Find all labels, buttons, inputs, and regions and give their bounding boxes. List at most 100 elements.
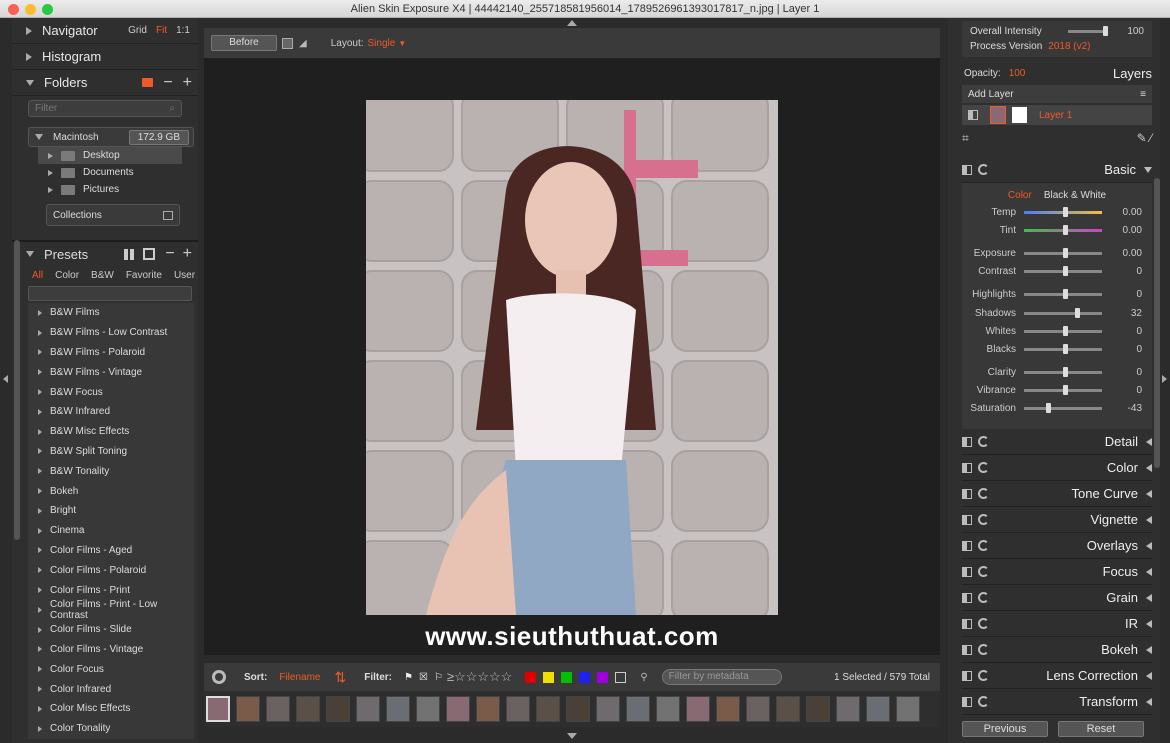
adjustment-slider[interactable] (1024, 307, 1102, 318)
folder-item-documents[interactable]: Documents (12, 164, 198, 181)
adjustment-value[interactable]: -43 (1102, 403, 1142, 414)
expand-triangle-icon[interactable] (38, 448, 42, 455)
filmstrip-thumbnail[interactable] (296, 696, 320, 722)
folder-filter-input[interactable]: Filter ⌕ (28, 100, 182, 117)
folders-header[interactable]: Folders − + (12, 70, 198, 96)
preset-tab-all[interactable]: All (32, 270, 43, 281)
chevron-left-icon[interactable] (1146, 645, 1152, 654)
metadata-filter-icon[interactable]: ⚲ (640, 672, 647, 683)
minimize-window-button[interactable] (25, 4, 36, 15)
close-window-button[interactable] (8, 4, 19, 15)
section-header[interactable]: Transform (962, 689, 1152, 715)
expand-triangle-icon[interactable] (26, 26, 32, 35)
filmstrip-thumbnail[interactable] (416, 696, 440, 722)
bw-mode-tab[interactable]: Black & White (1044, 190, 1106, 201)
section-toggle-icon[interactable] (962, 566, 972, 577)
preset-item[interactable]: B&W Infrared (28, 402, 194, 422)
preset-item[interactable]: Color Films - Polaroid (28, 560, 194, 580)
chevron-down-icon[interactable]: ▼ (398, 39, 406, 48)
preset-item[interactable]: Color Films - Vintage (28, 640, 194, 660)
gear-icon[interactable] (212, 670, 226, 684)
preset-item[interactable]: Color Films - Print (28, 580, 194, 600)
filmstrip-thumbnail[interactable] (716, 696, 740, 722)
reset-button[interactable]: Reset (1058, 721, 1144, 737)
preset-tab-user[interactable]: User (174, 270, 195, 281)
collections-icon[interactable] (163, 210, 173, 220)
section-header[interactable]: Lens Correction (962, 663, 1152, 689)
expand-triangle-icon[interactable] (38, 428, 42, 435)
star-rating-filter[interactable]: ≥☆☆☆☆☆ (447, 669, 512, 685)
preset-item[interactable]: B&W Films - Low Contrast (28, 323, 194, 343)
preset-item[interactable]: Color Tonality (28, 719, 194, 739)
overall-intensity-value[interactable]: 100 (1114, 26, 1144, 37)
expand-triangle-icon[interactable] (38, 468, 42, 475)
window-controls[interactable] (8, 4, 53, 15)
metadata-filter-input[interactable]: Filter by metadata (661, 669, 782, 685)
section-toggle-icon[interactable] (962, 540, 972, 551)
adjustment-slider[interactable] (1024, 247, 1102, 258)
chevron-left-icon[interactable] (1146, 541, 1152, 550)
reject-filter-icon[interactable]: ☒ (419, 672, 428, 683)
preset-item[interactable]: B&W Films - Vintage (28, 362, 194, 382)
section-toggle-icon[interactable] (962, 164, 972, 175)
preset-item[interactable]: B&W Tonality (28, 461, 194, 481)
collections-row[interactable]: Collections (46, 204, 180, 226)
section-reset-icon[interactable] (978, 618, 989, 629)
adjustment-slider[interactable] (1024, 206, 1102, 217)
slider-knob[interactable] (1063, 289, 1068, 300)
section-header[interactable]: Color (962, 455, 1152, 481)
mask-tool-icon[interactable]: ◢ (299, 38, 307, 49)
section-header[interactable]: Vignette (962, 507, 1152, 533)
add-preset-button[interactable]: + (183, 245, 192, 263)
adjustment-slider[interactable] (1024, 403, 1102, 414)
section-reset-icon[interactable] (978, 696, 989, 707)
chevron-left-icon[interactable] (1146, 619, 1152, 628)
zoom-1to1-option[interactable]: 1:1 (176, 25, 190, 36)
adjustment-value[interactable]: 0 (1102, 289, 1142, 300)
layer-row[interactable]: Layer 1 (962, 105, 1152, 125)
filmstrip-thumbnail[interactable] (776, 696, 800, 722)
section-toggle-icon[interactable] (962, 436, 972, 447)
expand-triangle-icon[interactable] (38, 488, 42, 495)
expand-triangle-icon[interactable] (38, 725, 42, 732)
histogram-header[interactable]: Histogram (12, 44, 198, 70)
adjustment-slider[interactable] (1024, 289, 1102, 300)
layer-name[interactable]: Layer 1 (1039, 110, 1072, 121)
filmstrip-thumbnail[interactable] (476, 696, 500, 722)
crop-icon[interactable]: ⌗ (962, 131, 969, 145)
preset-item[interactable]: Color Films - Aged (28, 541, 194, 561)
adjustment-value[interactable]: 0 (1102, 367, 1142, 378)
preset-item[interactable]: Color Misc Effects (28, 699, 194, 719)
filmstrip-thumbnail[interactable] (266, 696, 290, 722)
collapse-triangle-icon[interactable] (26, 79, 34, 86)
adjustment-slider[interactable] (1024, 385, 1102, 396)
section-header[interactable]: Bokeh (962, 637, 1152, 663)
filmstrip-thumbnail[interactable] (746, 696, 770, 722)
section-toggle-icon[interactable] (962, 644, 972, 655)
filmstrip-thumbnail[interactable] (206, 696, 230, 722)
slider-knob[interactable] (1063, 266, 1068, 277)
preset-item[interactable]: Color Films - Print - Low Contrast (28, 599, 194, 621)
section-reset-icon[interactable] (978, 436, 989, 447)
chevron-left-icon[interactable] (1146, 437, 1152, 446)
collapse-left-panel-arrow[interactable] (3, 375, 8, 383)
slider-knob[interactable] (1063, 224, 1068, 235)
no-color-filter[interactable] (615, 671, 627, 683)
slider-knob[interactable] (1063, 367, 1068, 378)
filmstrip-thumbnail[interactable] (506, 696, 530, 722)
chevron-left-icon[interactable] (1146, 515, 1152, 524)
collapse-bottom-arrow[interactable] (567, 733, 577, 739)
color-label-filter[interactable] (579, 671, 591, 683)
adjustment-slider[interactable] (1024, 367, 1102, 378)
adjustment-value[interactable]: 0.00 (1102, 248, 1142, 259)
expand-triangle-icon[interactable] (38, 646, 42, 653)
layer-visibility-icon[interactable] (968, 110, 978, 120)
adjustment-slider[interactable] (1024, 266, 1102, 277)
expand-triangle-icon[interactable] (38, 567, 42, 574)
navigator-header[interactable]: Navigator Grid Fit 1:1 (12, 18, 198, 44)
filmstrip-thumbnail[interactable] (326, 696, 350, 722)
folder-item-pictures[interactable]: Pictures (12, 181, 198, 198)
remove-preset-button[interactable]: − (165, 245, 174, 263)
overall-intensity-slider[interactable] (1067, 26, 1108, 36)
unflagged-filter-icon[interactable]: ⚐ (434, 672, 443, 683)
